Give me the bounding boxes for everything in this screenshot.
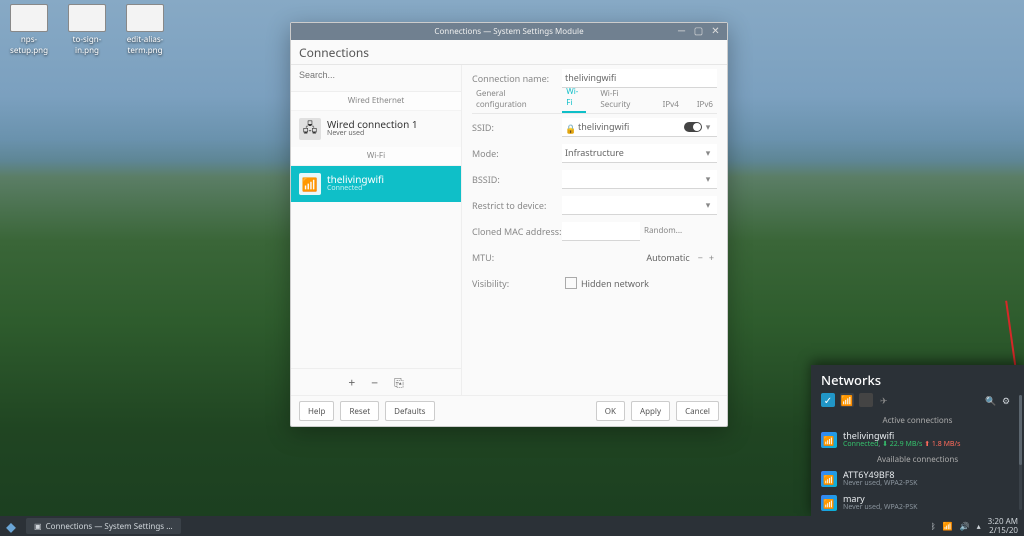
page-title: Connections: [291, 40, 727, 65]
window-icon: ▣: [34, 521, 42, 532]
mtu-label: MTU:: [472, 251, 562, 264]
mode-select[interactable]: Infrastructure▾: [562, 144, 717, 163]
hidden-network-label: Hidden network: [581, 277, 649, 290]
mac-label: Cloned MAC address:: [472, 225, 562, 238]
ethernet-toggle[interactable]: ✓: [821, 393, 835, 407]
ssid-dropdown[interactable]: ▾: [702, 120, 714, 133]
tray-expand-icon[interactable]: ▴: [977, 521, 981, 532]
category-wifi: Wi-Fi: [291, 147, 461, 166]
hidden-network-checkbox[interactable]: [565, 277, 577, 289]
add-connection-button[interactable]: +: [348, 374, 355, 391]
mtu-decrease[interactable]: −: [698, 251, 703, 264]
ssid-visibility-toggle[interactable]: [684, 122, 702, 132]
volume-tray-icon[interactable]: 🔊: [960, 521, 970, 532]
connection-details-pane: Connection name:thelivingwifi General co…: [462, 65, 727, 395]
ssid-input[interactable]: 🔒 thelivingwifi ▾: [562, 118, 717, 137]
search-input[interactable]: [297, 69, 459, 81]
tab-general[interactable]: General configuration: [472, 85, 552, 113]
mtu-increase[interactable]: +: [709, 251, 714, 264]
bluetooth-icon[interactable]: ᛒ: [931, 521, 936, 532]
cancel-button[interactable]: Cancel: [676, 401, 719, 421]
mode-label: Mode:: [472, 147, 562, 160]
gear-icon[interactable]: ⚙: [1002, 394, 1014, 406]
tab-ipv4[interactable]: IPv4: [659, 96, 683, 113]
chevron-down-icon: ▾: [702, 198, 714, 211]
wifi-icon: 📶: [299, 173, 321, 195]
network-tray-icon[interactable]: 📶: [943, 521, 953, 532]
bssid-label: BSSID:: [472, 173, 562, 186]
network-popup: Networks ✓ 📶 ✈ 🔍 ⚙ Active connections 📶 …: [811, 365, 1024, 517]
tab-wifi-security[interactable]: Wi-Fi Security: [596, 85, 648, 113]
window-title: Connections — System Settings Module: [434, 26, 583, 37]
connection-item-wired[interactable]: 🖧 Wired connection 1Never used: [291, 111, 461, 147]
wifi-icon: 📶: [821, 432, 837, 448]
ok-button[interactable]: OK: [596, 401, 625, 421]
available-connection[interactable]: 📶ATT6Y49BF8Never used, WPA2-PSK: [811, 467, 1024, 491]
desktop-file[interactable]: nps-setup.png: [10, 34, 48, 56]
window-titlebar[interactable]: Connections — System Settings Module ─ ▢…: [291, 23, 727, 40]
wifi-toggle[interactable]: 📶: [840, 393, 854, 407]
close-button[interactable]: ✕: [710, 25, 721, 36]
connection-item-wifi[interactable]: 📶 thelivingwifiConnected: [291, 166, 461, 202]
mobile-toggle[interactable]: [859, 393, 873, 407]
category-wired: Wired Ethernet: [291, 92, 461, 111]
dialog-footer: Help Reset Defaults OK Apply Cancel: [291, 395, 727, 426]
tab-ipv6[interactable]: IPv6: [693, 96, 717, 113]
wifi-icon: 📶: [821, 471, 837, 487]
remove-connection-button[interactable]: −: [371, 374, 378, 391]
visibility-label: Visibility:: [472, 277, 562, 290]
maximize-button[interactable]: ▢: [693, 25, 704, 36]
export-connection-button[interactable]: ⎘: [394, 374, 404, 391]
minimize-button[interactable]: ─: [676, 25, 687, 36]
detail-tabs: General configuration Wi-Fi Wi-Fi Securi…: [472, 91, 717, 114]
desktop-file[interactable]: edit-alias-term.png: [127, 34, 163, 56]
active-connection[interactable]: 📶 thelivingwifi Connected, ⬇ 22.9 MB/s ⬆…: [811, 428, 1024, 452]
wifi-icon: 📶: [821, 495, 837, 511]
clock[interactable]: 3:20 AM2/15/20: [988, 517, 1018, 535]
desktop-file[interactable]: to-sign-in.png: [73, 34, 102, 56]
conn-name-label: Connection name:: [472, 72, 562, 85]
tab-wifi[interactable]: Wi-Fi: [562, 83, 586, 113]
bssid-select[interactable]: ▾: [562, 170, 717, 189]
start-button[interactable]: ◆: [0, 516, 22, 536]
taskbar-item-settings[interactable]: ▣Connections — System Settings ...: [26, 518, 181, 534]
available-connection[interactable]: 📶maryNever used, WPA2-PSK: [811, 491, 1024, 515]
reset-button[interactable]: Reset: [340, 401, 379, 421]
help-button[interactable]: Help: [299, 401, 334, 421]
ssid-label: SSID:: [472, 121, 562, 134]
popup-scrollbar[interactable]: [1019, 395, 1022, 510]
chevron-down-icon: ▾: [702, 172, 714, 185]
airplane-toggle[interactable]: ✈: [880, 394, 888, 407]
mac-input[interactable]: [562, 222, 640, 241]
restrict-label: Restrict to device:: [472, 199, 562, 212]
section-active: Active connections: [811, 413, 1024, 428]
lock-icon: 🔒: [565, 122, 574, 131]
section-available: Available connections: [811, 452, 1024, 467]
taskbar: ◆ ▣Connections — System Settings ... ᛒ 📶…: [0, 516, 1024, 536]
chevron-down-icon: ▾: [702, 146, 714, 159]
defaults-button[interactable]: Defaults: [385, 401, 434, 421]
search-icon[interactable]: 🔍: [985, 394, 997, 406]
ethernet-icon: 🖧: [299, 118, 321, 140]
mtu-spinner[interactable]: Automatic −+: [562, 248, 717, 266]
connection-list-pane: Wired Ethernet 🖧 Wired connection 1Never…: [291, 65, 462, 395]
restrict-select[interactable]: ▾: [562, 196, 717, 215]
network-popup-title: Networks: [811, 365, 1024, 391]
random-mac-button[interactable]: Random...: [640, 225, 686, 237]
settings-window: Connections — System Settings Module ─ ▢…: [290, 22, 728, 427]
apply-button[interactable]: Apply: [631, 401, 670, 421]
